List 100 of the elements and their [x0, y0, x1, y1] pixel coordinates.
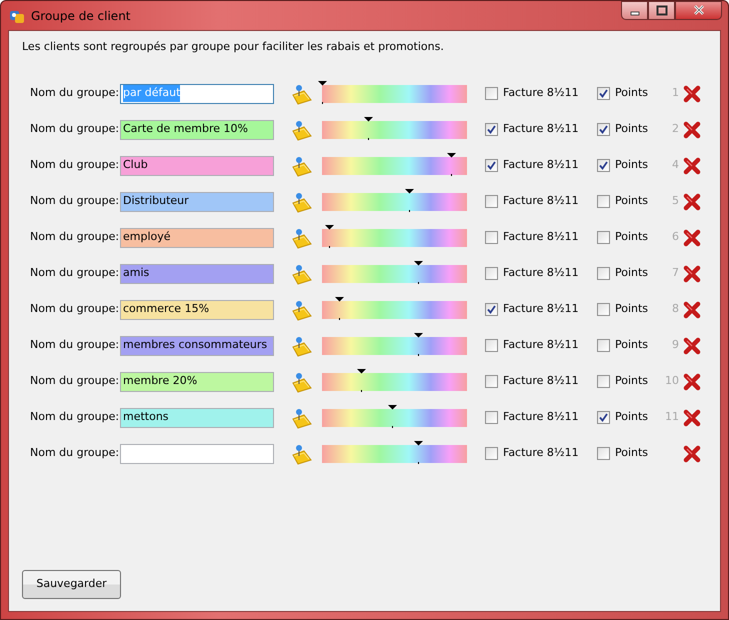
checkbox[interactable]: [485, 231, 498, 244]
checkbox[interactable]: [597, 447, 610, 460]
checkbox-label: Points: [615, 157, 649, 174]
slider-thumb[interactable]: [364, 116, 374, 140]
delete-icon[interactable]: [683, 336, 701, 354]
close-icon[interactable]: [692, 5, 706, 16]
group-number: 1: [671, 85, 679, 102]
checkbox[interactable]: [485, 195, 498, 208]
field-label: Nom du groupe:: [29, 373, 120, 390]
checkbox-label: Facture 8½11: [503, 445, 580, 462]
checkbox-label: Points: [615, 193, 649, 210]
maximize-icon[interactable]: [654, 5, 668, 16]
group-name-field[interactable]: amis: [120, 264, 274, 284]
delete-icon[interactable]: [683, 264, 701, 282]
group-number: 7: [671, 265, 679, 282]
checkbox[interactable]: [485, 447, 498, 460]
slider-thumb[interactable]: [414, 440, 423, 464]
intro-text: Les clients sont regroupés par groupe pour faciliter les rabais et promotions.: [22, 39, 445, 55]
checkbox[interactable]: [597, 231, 610, 244]
field-label: Nom du groupe:: [29, 337, 120, 354]
field-label: Nom du groupe:: [29, 409, 120, 426]
slider-thumb[interactable]: [414, 332, 423, 356]
group-name-field[interactable]: commerce 15%: [120, 300, 274, 320]
delete-icon[interactable]: [683, 156, 701, 174]
field-label: Nom du groupe:: [29, 157, 120, 174]
field-label: Nom du groupe:: [29, 301, 120, 318]
group-name-field[interactable]: Carte de membre 10%: [120, 120, 274, 140]
slider-thumb[interactable]: [447, 152, 456, 176]
checkbox-label: Facture 8½11: [503, 157, 580, 174]
group-name-field[interactable]: membres consommateurs: [120, 336, 274, 356]
checkbox[interactable]: [485, 123, 498, 136]
checkbox[interactable]: [485, 267, 498, 280]
group-number: 4: [671, 157, 679, 174]
field-label: Nom du groupe:: [29, 85, 120, 102]
checkbox-label: Points: [615, 337, 649, 354]
checkbox[interactable]: [597, 87, 610, 100]
slider-thumb[interactable]: [414, 260, 423, 284]
checkbox[interactable]: [485, 303, 498, 316]
delete-icon[interactable]: [683, 300, 701, 318]
checkbox[interactable]: [597, 339, 610, 352]
checkbox-label: Points: [615, 409, 649, 426]
checkbox[interactable]: [597, 411, 610, 424]
field-label: Nom du groupe:: [29, 265, 120, 282]
group-name-field[interactable]: Club: [120, 156, 274, 176]
checkbox-label: Points: [615, 301, 649, 318]
checkbox-label: Points: [615, 121, 649, 138]
checkbox-label: Points: [615, 229, 649, 246]
group-name-field[interactable]: mettons: [120, 408, 274, 428]
checkbox-label: Points: [615, 373, 649, 390]
checkbox-label: Facture 8½11: [503, 373, 580, 390]
checkbox-label: Facture 8½11: [503, 301, 580, 318]
delete-icon[interactable]: [683, 228, 701, 246]
checkbox-label: Facture 8½11: [503, 409, 580, 426]
group-name-field[interactable]: [120, 444, 274, 464]
checkbox-label: Facture 8½11: [503, 193, 580, 210]
checkbox-label: Points: [615, 445, 649, 462]
checkbox[interactable]: [597, 195, 610, 208]
checkbox-label: Points: [615, 265, 649, 282]
field-label: Nom du groupe:: [29, 121, 120, 138]
checkbox-label: Points: [615, 85, 649, 102]
checkbox[interactable]: [485, 87, 498, 100]
slider-thumb[interactable]: [388, 404, 397, 428]
slider-thumb[interactable]: [357, 368, 366, 392]
slider-thumb[interactable]: [325, 224, 334, 248]
group-number: 9: [671, 337, 679, 354]
delete-icon[interactable]: [683, 120, 701, 138]
delete-icon[interactable]: [683, 84, 701, 102]
window-title: Groupe de client: [31, 8, 131, 24]
group-name-field[interactable]: Distributeur: [120, 192, 274, 212]
group-number: 11: [664, 409, 679, 426]
save-button[interactable]: Sauvegarder: [22, 570, 121, 599]
field-label: Nom du groupe:: [29, 445, 120, 462]
checkbox-label: Facture 8½11: [503, 229, 580, 246]
checkbox-label: Facture 8½11: [503, 265, 580, 282]
slider-thumb[interactable]: [335, 296, 344, 320]
checkbox[interactable]: [485, 339, 498, 352]
delete-icon[interactable]: [683, 192, 701, 210]
group-number: 5: [671, 193, 679, 210]
group-number: 10: [664, 373, 679, 390]
delete-icon[interactable]: [683, 372, 701, 390]
checkbox[interactable]: [597, 375, 610, 388]
checkbox[interactable]: [597, 267, 610, 280]
delete-icon[interactable]: [683, 444, 701, 462]
field-label: Nom du groupe:: [29, 193, 120, 210]
checkbox[interactable]: [597, 303, 610, 316]
group-name-field[interactable]: employé: [120, 228, 274, 248]
group-name-field[interactable]: membre 20%: [120, 372, 274, 392]
checkbox[interactable]: [597, 159, 610, 172]
slider-thumb[interactable]: [405, 188, 414, 212]
checkbox[interactable]: [485, 375, 498, 388]
checkbox[interactable]: [485, 411, 498, 424]
group-number: 6: [671, 229, 679, 246]
checkbox-label: Facture 8½11: [503, 337, 580, 354]
checkbox[interactable]: [597, 123, 610, 136]
group-number: 2: [671, 121, 679, 138]
group-number: 8: [671, 301, 679, 318]
delete-icon[interactable]: [683, 408, 701, 426]
checkbox[interactable]: [485, 159, 498, 172]
slider-thumb[interactable]: [318, 80, 327, 104]
field-label: Nom du groupe:: [29, 229, 120, 246]
